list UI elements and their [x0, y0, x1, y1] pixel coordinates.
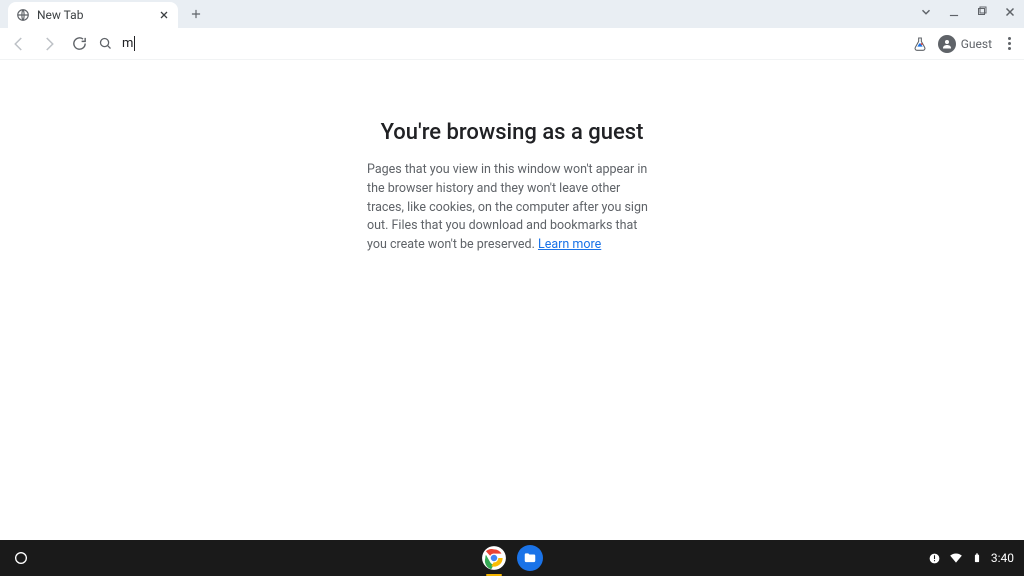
files-app-icon[interactable] [517, 545, 543, 571]
window-controls [918, 4, 1018, 20]
forward-button[interactable] [36, 31, 62, 57]
guest-description: Pages that you view in this window won't… [367, 161, 657, 255]
browser-toolbar: m Guest [0, 28, 1024, 60]
text-cursor [134, 36, 135, 51]
tab-title: New Tab [37, 8, 158, 22]
close-tab-icon[interactable] [158, 9, 170, 21]
tab-strip: New Tab [0, 0, 1024, 28]
address-bar[interactable]: m [98, 31, 912, 57]
browser-tab[interactable]: New Tab [8, 2, 178, 28]
page-title: You're browsing as a guest [381, 120, 644, 145]
reload-button[interactable] [66, 31, 92, 57]
wifi-icon [949, 551, 963, 565]
labs-icon[interactable] [912, 36, 928, 52]
shelf-apps [481, 545, 543, 571]
new-tab-button[interactable] [184, 2, 208, 26]
maximize-window-icon[interactable] [974, 4, 990, 20]
shelf: 3:40 [0, 540, 1024, 576]
toolbar-right: Guest [912, 33, 1018, 54]
profile-label: Guest [961, 37, 992, 51]
status-tray[interactable]: 3:40 [928, 551, 1024, 565]
tablist-dropdown-icon[interactable] [918, 4, 934, 20]
battery-icon [970, 551, 984, 565]
guest-page: You're browsing as a guest Pages that yo… [0, 60, 1024, 255]
close-window-icon[interactable] [1002, 4, 1018, 20]
learn-more-link[interactable]: Learn more [538, 237, 601, 252]
clock: 3:40 [991, 551, 1014, 565]
search-icon [98, 36, 114, 52]
omnibox-text: m [122, 36, 133, 51]
notification-icon [928, 551, 942, 565]
globe-icon [16, 8, 30, 22]
minimize-window-icon[interactable] [946, 4, 962, 20]
profile-chip[interactable]: Guest [938, 35, 992, 53]
nav-buttons [6, 31, 92, 57]
launcher-button[interactable] [6, 543, 36, 573]
avatar-icon [938, 35, 956, 53]
back-button[interactable] [6, 31, 32, 57]
browser-menu-button[interactable] [1002, 33, 1016, 54]
chrome-app-icon[interactable] [481, 545, 507, 571]
